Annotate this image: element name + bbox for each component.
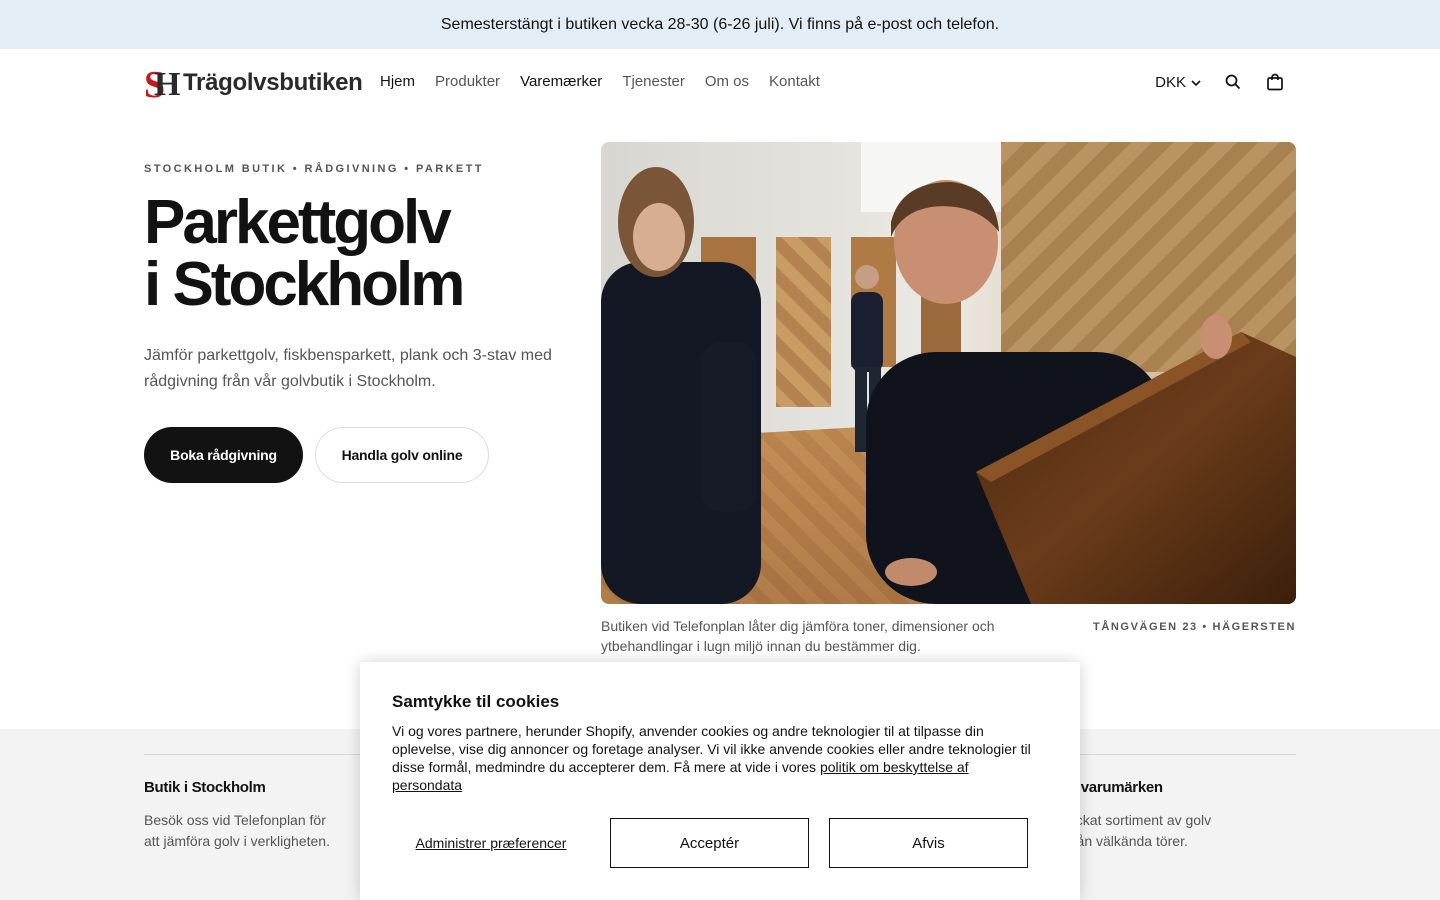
hero-title-line2: i Stockholm [144, 250, 465, 319]
cookie-banner: Samtykke til cookies Vi og vores partner… [360, 662, 1080, 900]
store-address: TÅNGVÄGEN 23 • HÄGERSTEN [1093, 621, 1296, 633]
manage-preferences-button[interactable]: Administrer præferencer [392, 835, 590, 852]
info-col-brands-title: n varumärken [1068, 779, 1163, 796]
currency-label: DKK [1155, 73, 1186, 91]
header: S H Trägolvsbutiken Hjem Produkter Varem… [0, 49, 1440, 117]
hero-title: Parkettgolv i Stockholm [144, 192, 564, 316]
info-col-store-title: Butik i Stockholm [144, 779, 266, 796]
nav-item-hjem[interactable]: Hjem [380, 73, 415, 90]
svg-text:H: H [154, 66, 180, 101]
header-actions: DKK [1155, 71, 1285, 93]
chevron-down-icon [1191, 74, 1201, 91]
shop-online-button[interactable]: Handla golv online [315, 427, 489, 483]
nav-item-produkter[interactable]: Produkter [435, 73, 500, 90]
cart-icon[interactable] [1265, 71, 1285, 93]
nav-item-tjenester[interactable]: Tjenester [622, 73, 685, 90]
hero-image [601, 142, 1296, 604]
main-nav: Hjem Produkter Varemærker Tjenester Om o… [380, 73, 820, 90]
nav-item-varemaerker[interactable]: Varemærker [520, 73, 602, 90]
nav-item-kontakt[interactable]: Kontakt [769, 73, 820, 90]
hero-caption: Butiken vid Telefonplan låter dig jämför… [601, 618, 995, 654]
info-col-store-text: Besök oss vid Telefonplan för att jämför… [144, 812, 330, 849]
logo[interactable]: S H Trägolvsbutiken [144, 64, 363, 106]
cookie-body: Vi og vores partnere, herunder Shopify, … [392, 722, 1032, 794]
info-col-store: Butik i Stockholm Besök oss vid Telefonp… [144, 779, 344, 851]
info-col-brands-text: ockat sortiment av golv från välkända tö… [1068, 812, 1212, 849]
nav-item-om-os[interactable]: Om os [705, 73, 749, 90]
book-consultation-button[interactable]: Boka rådgivning [144, 427, 303, 483]
reject-cookies-button[interactable]: Afvis [829, 818, 1028, 868]
hero-eyebrow: STOCKHOLM BUTIK • RÅDGIVNING • PARKETT [144, 163, 484, 175]
cookie-title: Samtykke til cookies [392, 692, 560, 711]
info-col-brands: n varumärken ockat sortiment av golv frå… [1068, 779, 1268, 851]
hero-title-line1: Parkettgolv [144, 188, 452, 257]
logo-text: Trägolvsbutiken [183, 69, 363, 96]
logo-mark: S H [144, 64, 182, 106]
hero-description: Jämför parkettgolv, fiskbensparkett, pla… [144, 347, 552, 390]
cookie-actions: Administrer præferencer Acceptér Afvis [392, 818, 1028, 868]
announcement-bar: Semesterstängt i butiken vecka 28-30 (6-… [0, 0, 1440, 49]
search-icon[interactable] [1223, 71, 1243, 93]
currency-selector[interactable]: DKK [1155, 74, 1201, 91]
accept-cookies-button[interactable]: Acceptér [610, 818, 809, 868]
